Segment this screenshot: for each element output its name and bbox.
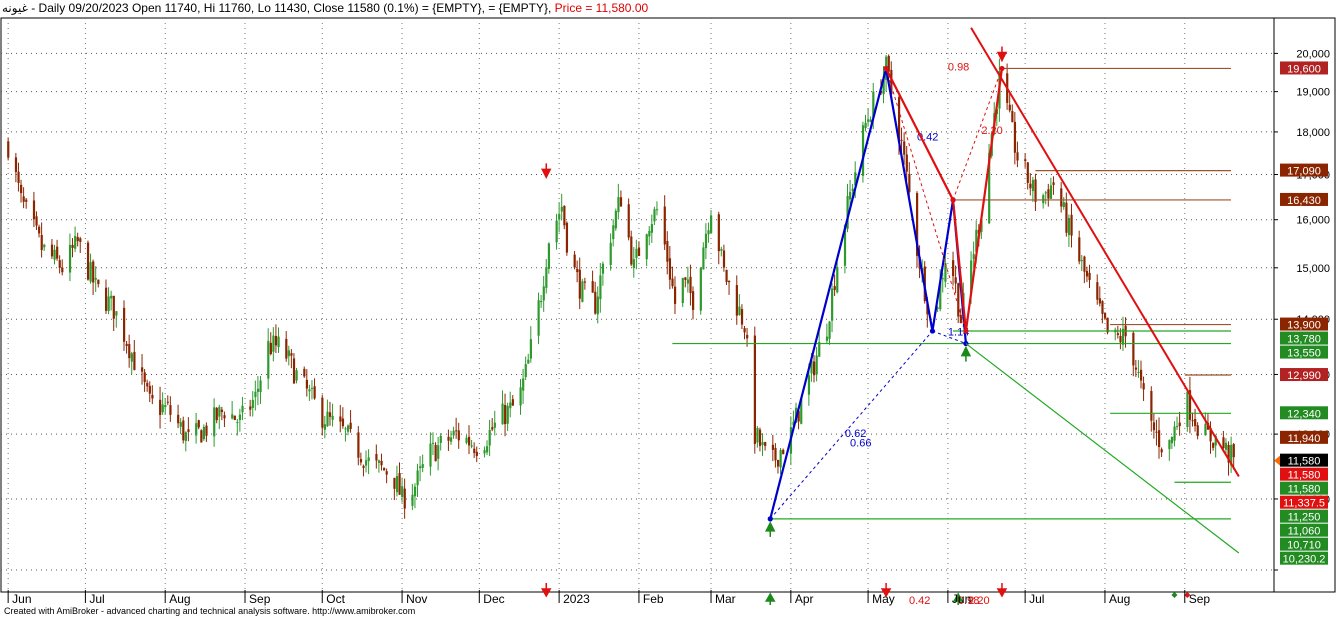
price-level-label: 13,550 [1280, 345, 1328, 360]
price-level-label: 11,580 [1280, 467, 1328, 482]
candle [1106, 317, 1109, 335]
price-level-text: 13,900 [1287, 320, 1321, 332]
y-tick-label: 18,000 [1296, 127, 1330, 139]
price-level-text: 11,060 [1288, 526, 1321, 538]
x-tick-label: Mar [715, 592, 736, 606]
price-level-label: 13,900 [1280, 317, 1328, 332]
current-price: Price = 11,580.00 [554, 1, 649, 15]
y-tick-label: 20,000 [1296, 48, 1330, 60]
x-tick-label: Sep [249, 592, 271, 606]
price-level-text: 13,550 [1287, 348, 1321, 360]
x-tick-label: Dec [483, 592, 504, 606]
price-level-label: 11,580 [1280, 481, 1328, 496]
price-level-text: 17,090 [1287, 166, 1321, 178]
candle [753, 326, 756, 454]
x-tick-label: Aug [169, 592, 190, 606]
price-level-label: 10,710 [1280, 537, 1328, 552]
price-level-text: 10,230.2 [1283, 554, 1326, 566]
bottom-up-arrow [764, 592, 776, 605]
price-level-text: 12,990 [1287, 370, 1321, 382]
price-level-label: 12,340 [1280, 406, 1328, 420]
x-tick-label: Nov [406, 592, 427, 606]
price-level-label: 12,990 [1280, 368, 1328, 382]
pattern-ratio-label: 2.20 [981, 125, 1002, 137]
symbol-name: غیونه [2, 1, 28, 15]
price-level-label: 11,580 [1280, 453, 1328, 468]
price-level-label: 11,250 [1280, 509, 1328, 524]
pattern-pivot [963, 328, 969, 334]
x-tick-label: Jul [89, 592, 104, 606]
price-level-text: 13,780 [1287, 334, 1321, 346]
x-tick-label: Aug [1109, 592, 1130, 606]
price-level-text: 11,337.5 [1283, 498, 1325, 510]
footer-credit: Created with AmiBroker - advanced charti… [4, 606, 416, 616]
candle [233, 415, 236, 421]
x-tick-label: Apr [795, 592, 814, 606]
price-level-text: 11,580 [1288, 456, 1321, 468]
x-tick-label: Jun [952, 592, 971, 606]
candle [699, 266, 702, 315]
price-level-text: 11,580 [1288, 470, 1321, 482]
candle [434, 442, 437, 462]
pattern-pivot [950, 197, 956, 203]
x-tick-label: 2023 [563, 592, 590, 606]
price-level-text: 16,430 [1287, 195, 1321, 207]
price-level-label: 11,337.5 [1280, 495, 1328, 510]
x-tick-label: Sep [1189, 592, 1211, 606]
candle [614, 208, 617, 231]
bottom-ratio-label: 0.42 [909, 595, 930, 607]
candle [565, 221, 569, 256]
price-level-label: 13,780 [1280, 331, 1328, 346]
pattern-pivot [999, 65, 1005, 72]
plot-border [0, 17, 1275, 593]
pattern-ratio-label: 0.98 [948, 61, 969, 73]
price-level-label: 16,430 [1280, 192, 1328, 207]
pattern-ratio-label: 0.66 [850, 438, 871, 450]
y-tick-label: 19,000 [1296, 87, 1330, 99]
price-level-label: 10,230.2 [1280, 551, 1328, 566]
candle [627, 198, 630, 241]
candle [182, 416, 185, 444]
price-level-text: 11,580 [1288, 484, 1321, 496]
price-chart[interactable]: 0.420.620.661.140.982.20 0.420.982.20 11… [0, 0, 1336, 619]
price-level-text: 10,710 [1287, 540, 1321, 552]
price-level-label: 11,940 [1280, 430, 1328, 445]
price-level-text: 11,250 [1288, 512, 1321, 524]
x-tick-label: May [872, 592, 895, 606]
chart-header: غیونه - Daily 09/20/2023 Open 11740, Hi … [2, 1, 648, 15]
price-level-label: 17,090 [1280, 163, 1328, 178]
price-level-label: 19,600 [1280, 61, 1328, 75]
pattern-pivot [767, 516, 773, 522]
candle [1186, 389, 1189, 432]
x-tick-label: Feb [643, 592, 664, 606]
x-tick-label: Jul [1029, 592, 1044, 606]
bottom-diamond [1171, 592, 1178, 598]
candle [581, 278, 584, 303]
price-level-text: 11,940 [1288, 433, 1321, 445]
x-tick-label: Jun [12, 592, 31, 606]
candle [200, 429, 203, 443]
price-level-text: 19,600 [1287, 63, 1321, 75]
y-tick-label: 15,000 [1296, 263, 1330, 275]
price-level-text: 12,340 [1287, 408, 1321, 420]
candle [681, 277, 684, 308]
y-tick-label: 16,000 [1296, 215, 1330, 227]
price-level-label: 11,060 [1280, 523, 1328, 538]
bottom-ratio-label: 2.20 [968, 595, 989, 607]
pattern-pivot [929, 328, 936, 334]
candle [86, 240, 90, 281]
ohlc-info: - Daily 09/20/2023 Open 11740, Hi 11760,… [27, 1, 555, 15]
pattern-pivot [883, 65, 889, 72]
x-tick-label: Oct [326, 592, 345, 606]
